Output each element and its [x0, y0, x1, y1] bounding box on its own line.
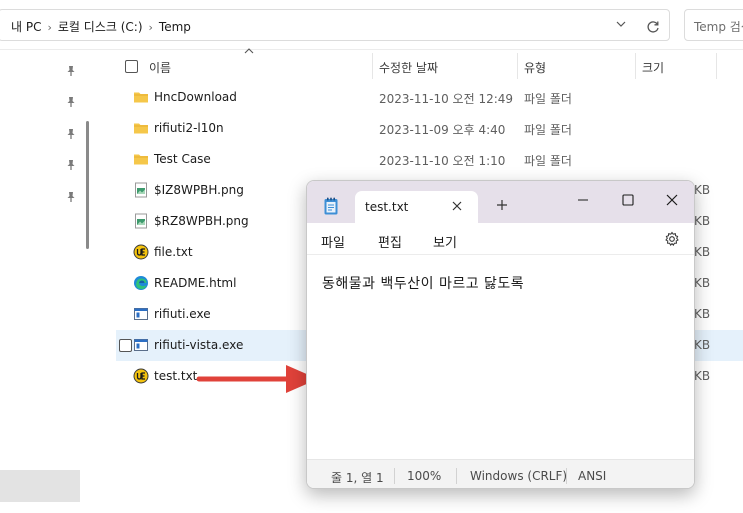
file-date: 2023-11-10 오전 12:49 [379, 92, 514, 106]
status-cursor-position: 줄 1, 열 1 [331, 471, 384, 485]
search-input[interactable]: Temp 검색 [684, 9, 743, 41]
menu-file[interactable]: 파일 [321, 232, 345, 251]
breadcrumb-item-local-disk[interactable]: 로컬 디스크 (C:) [58, 20, 143, 34]
minimize-icon[interactable] [568, 189, 598, 211]
column-divider[interactable] [372, 53, 373, 79]
notepad-titlebar[interactable]: test.txt [307, 181, 694, 223]
red-arrow-annotation [196, 365, 318, 393]
close-icon[interactable] [451, 200, 463, 212]
edge-html-icon [134, 276, 148, 290]
search-placeholder: Temp 검색 [694, 20, 743, 34]
column-header-size[interactable]: 크기 [642, 59, 664, 76]
folder-icon [134, 123, 148, 134]
status-divider [566, 468, 567, 484]
file-row[interactable]: HncDownload 2023-11-10 오전 12:49 파일 폴더 [116, 82, 743, 113]
row-checkbox[interactable] [119, 339, 132, 352]
file-size: KB [694, 369, 711, 383]
file-name: rifiuti2-l10n [154, 121, 224, 135]
close-window-icon[interactable] [657, 189, 687, 211]
chevron-right-icon: › [148, 21, 153, 34]
file-size: KB [694, 214, 711, 228]
menu-view[interactable]: 보기 [433, 232, 457, 251]
address-bar[interactable]: 내 PC › 로컬 디스크 (C:) › Temp [0, 9, 670, 41]
pin-icon[interactable] [64, 158, 78, 172]
file-date: 2023-11-10 오전 1:10 [379, 154, 506, 168]
tab-test-txt[interactable]: test.txt [355, 191, 478, 223]
exe-file-icon [134, 339, 148, 351]
folder-icon [134, 92, 148, 103]
exe-file-icon [134, 308, 148, 320]
png-file-icon [135, 213, 147, 229]
notepad-app-icon [324, 197, 338, 215]
sort-ascending-icon [244, 47, 254, 58]
file-size: KB [694, 183, 711, 197]
column-header-row: 이름 수정한 날짜 유형 크기 [96, 48, 743, 83]
breadcrumb-item-temp[interactable]: Temp [159, 20, 191, 34]
folder-icon [134, 154, 148, 165]
navigation-pane [0, 51, 96, 513]
column-header-type[interactable]: 유형 [524, 59, 546, 76]
refresh-icon[interactable] [643, 17, 663, 37]
address-bar-row: 내 PC › 로컬 디스크 (C:) › Temp Temp 검색 [0, 0, 743, 50]
file-name: $RZ8WPBH.png [154, 214, 249, 228]
text-file-icon [133, 368, 149, 384]
file-size: KB [694, 338, 711, 352]
column-header-name[interactable]: 이름 [149, 59, 171, 76]
file-name: HncDownload [154, 90, 237, 104]
breadcrumb: 내 PC › 로컬 디스크 (C:) › Temp [11, 18, 191, 35]
file-name: test.txt [154, 369, 198, 383]
file-row[interactable]: rifiuti2-l10n 2023-11-09 오후 4:40 파일 폴더 [116, 113, 743, 144]
text-file-icon [133, 244, 149, 260]
select-all-checkbox[interactable] [125, 60, 138, 73]
nav-selected-item[interactable] [0, 470, 80, 502]
status-encoding: ANSI [578, 469, 607, 483]
file-size: KB [694, 245, 711, 259]
file-type: 파일 폴더 [524, 92, 572, 106]
pin-icon[interactable] [64, 190, 78, 204]
plus-icon[interactable] [496, 199, 508, 211]
tab-title: test.txt [365, 200, 409, 214]
gear-icon[interactable] [664, 231, 680, 247]
menu-edit[interactable]: 편집 [378, 232, 402, 251]
file-name: Test Case [154, 152, 211, 166]
pin-icon[interactable] [64, 127, 78, 141]
file-row[interactable]: Test Case 2023-11-10 오전 1:10 파일 폴더 [116, 144, 743, 175]
column-header-date[interactable]: 수정한 날짜 [379, 59, 438, 76]
column-divider[interactable] [517, 53, 518, 79]
file-name: README.html [154, 276, 237, 290]
column-divider[interactable] [635, 53, 636, 79]
column-divider[interactable] [716, 53, 717, 79]
file-type: 파일 폴더 [524, 123, 572, 137]
file-name: rifiuti.exe [154, 307, 211, 321]
notepad-window[interactable]: test.txt 파일 편집 보기 동해물과 백두산이 마르고 닳도록 줄 1,… [306, 180, 695, 489]
file-name: $IZ8WPBH.png [154, 183, 244, 197]
notepad-menubar: 파일 편집 보기 [307, 223, 694, 255]
file-name: file.txt [154, 245, 193, 259]
file-type: 파일 폴더 [524, 154, 572, 168]
file-date: 2023-11-09 오후 4:40 [379, 123, 506, 137]
document-text: 동해물과 백두산이 마르고 닳도록 [322, 276, 525, 292]
maximize-icon[interactable] [613, 189, 643, 211]
png-file-icon [135, 182, 147, 198]
status-zoom: 100% [407, 469, 442, 483]
chevron-right-icon: › [47, 21, 52, 34]
nav-scrollbar[interactable] [86, 121, 89, 249]
file-name: rifiuti-vista.exe [154, 338, 244, 352]
pin-icon[interactable] [64, 95, 78, 109]
file-size: KB [694, 307, 711, 321]
chevron-down-icon[interactable] [611, 17, 631, 37]
notepad-statusbar: 줄 1, 열 1 100% Windows (CRLF) ANSI [307, 459, 694, 488]
breadcrumb-item-this-pc[interactable]: 내 PC [11, 20, 41, 34]
pin-icon[interactable] [64, 64, 78, 78]
file-size: KB [694, 276, 711, 290]
status-divider [394, 468, 395, 484]
status-line-ending: Windows (CRLF) [470, 469, 568, 483]
status-divider [456, 468, 457, 484]
notepad-text-area[interactable]: 동해물과 백두산이 마르고 닳도록 [307, 255, 694, 458]
